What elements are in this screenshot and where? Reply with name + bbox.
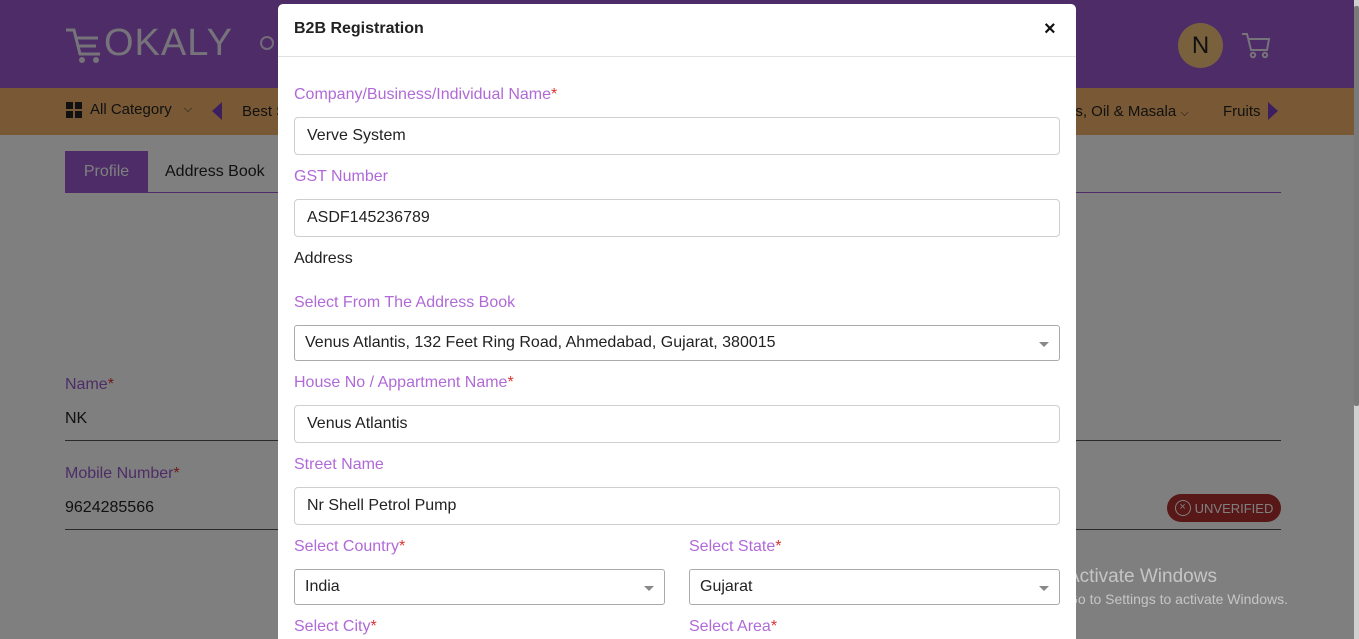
country-select-value: India: [305, 578, 340, 595]
city-label: Select City*: [294, 618, 377, 635]
state-label: Select State*: [689, 538, 782, 555]
windows-watermark-subtitle: Go to Settings to activate Windows.: [1067, 591, 1288, 607]
street-name-label: Street Name: [294, 456, 384, 473]
company-name-input[interactable]: [294, 117, 1060, 155]
dropdown-caret-icon: [1039, 342, 1049, 347]
state-select[interactable]: Gujarat: [689, 569, 1060, 605]
company-name-label: Company/Business/Individual Name*: [294, 86, 558, 103]
address-book-label: Select From The Address Book: [294, 294, 516, 311]
address-heading: Address: [294, 250, 353, 267]
street-name-input[interactable]: [294, 487, 1060, 525]
address-book-select[interactable]: Venus Atlantis, 132 Feet Ring Road, Ahme…: [294, 325, 1060, 361]
modal-title: B2B Registration: [294, 20, 424, 37]
country-label: Select Country*: [294, 538, 406, 555]
windows-watermark-title: Activate Windows: [1067, 566, 1217, 587]
page-scrollbar-thumb[interactable]: [1354, 6, 1359, 406]
close-icon[interactable]: ×: [1044, 18, 1056, 41]
address-book-select-value: Venus Atlantis, 132 Feet Ring Road, Ahme…: [305, 334, 776, 351]
dropdown-caret-icon: [1039, 586, 1049, 591]
modal-header: B2B Registration ×: [278, 4, 1076, 57]
state-select-value: Gujarat: [700, 578, 753, 595]
area-label: Select Area*: [689, 618, 778, 635]
gst-number-label: GST Number: [294, 168, 388, 185]
dropdown-caret-icon: [644, 586, 654, 591]
gst-number-input[interactable]: [294, 199, 1060, 237]
house-name-input[interactable]: [294, 405, 1060, 443]
b2b-registration-modal: B2B Registration × Company/Business/Indi…: [278, 4, 1076, 639]
country-select[interactable]: India: [294, 569, 665, 605]
house-name-label: House No / Appartment Name*: [294, 374, 514, 391]
